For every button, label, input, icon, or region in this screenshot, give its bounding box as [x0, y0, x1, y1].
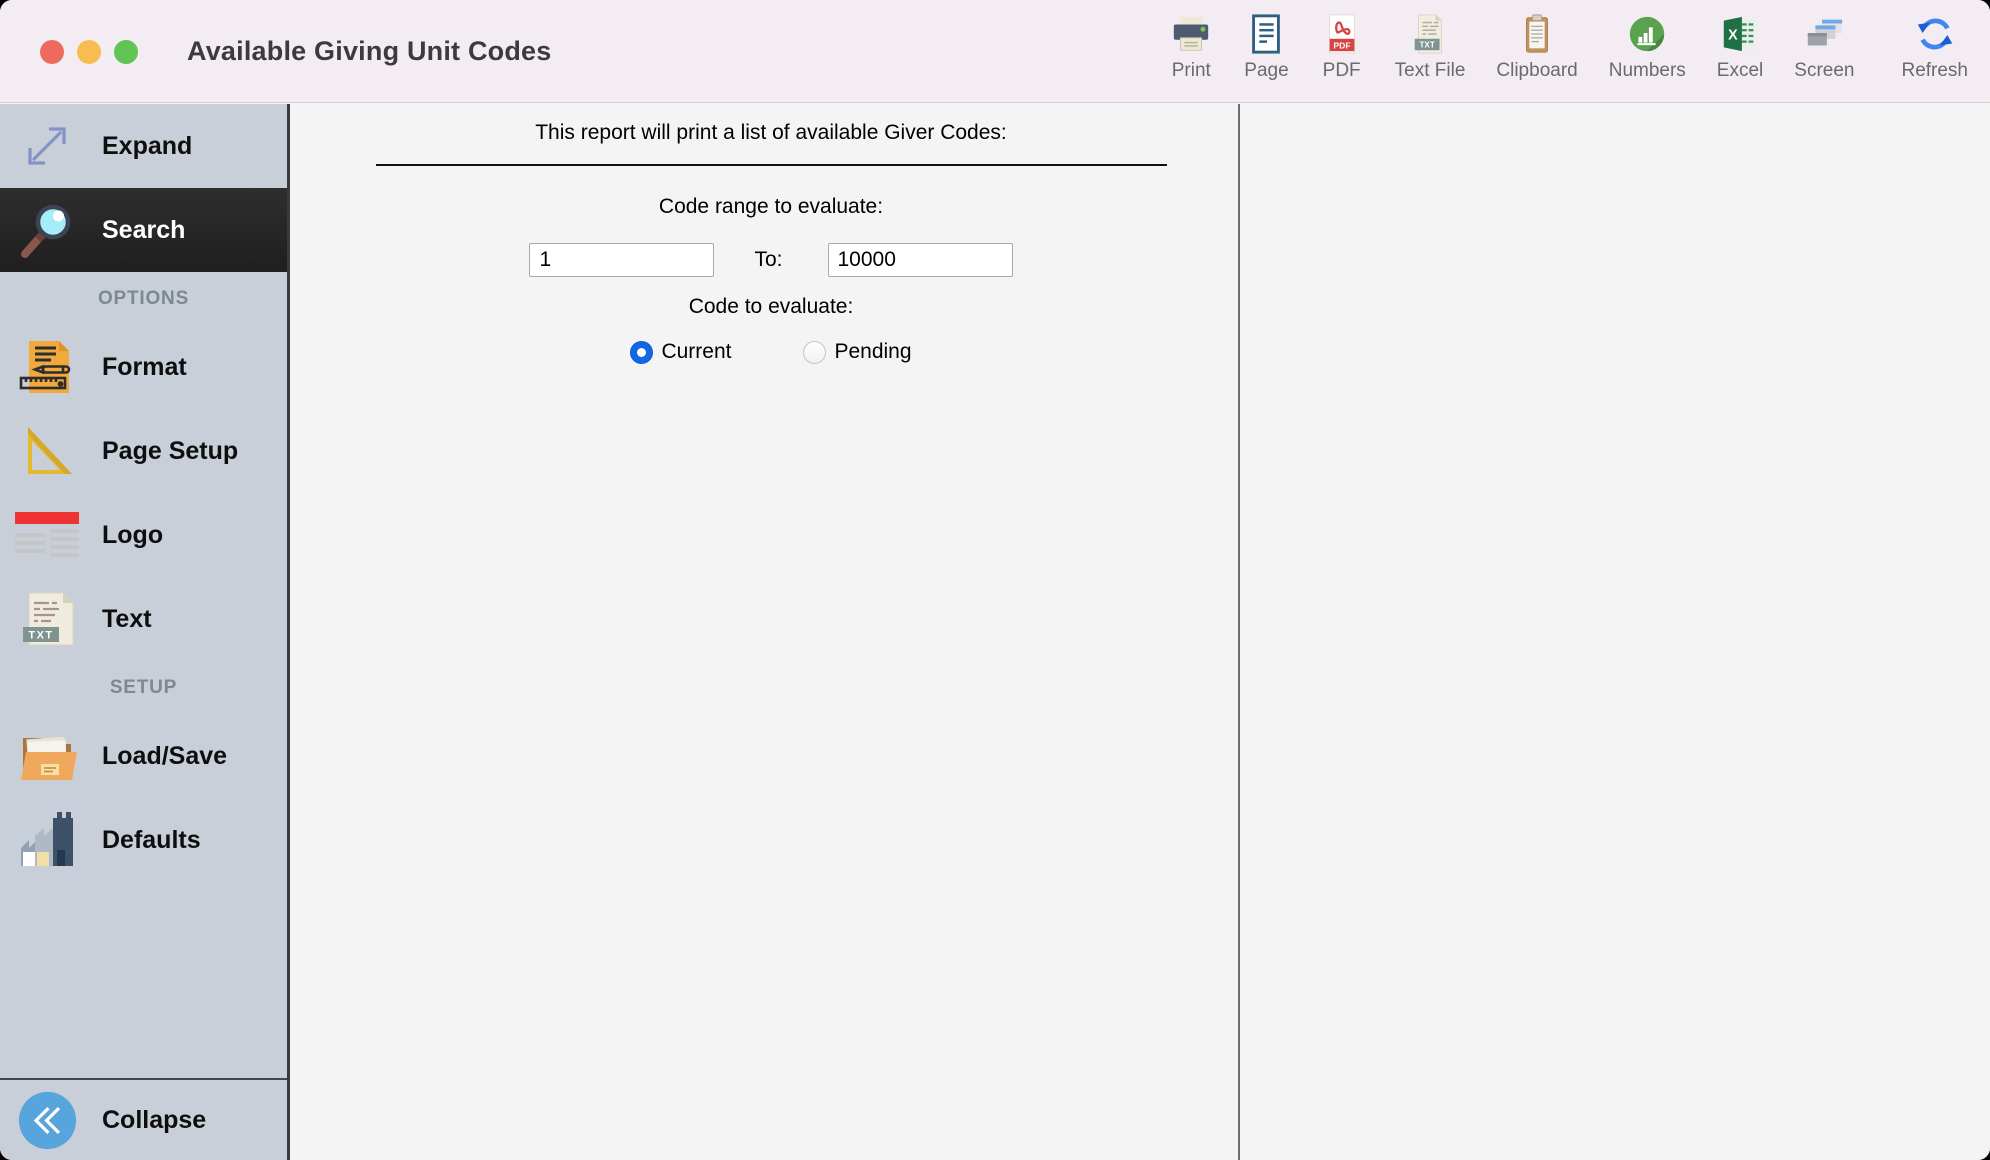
numbers-icon [1630, 16, 1665, 52]
report-options-panel: This report will print a list of availab… [290, 104, 1238, 1160]
format-icon [14, 334, 80, 400]
sidebar: Expand Search OPTIONS Format Page Setup … [0, 104, 290, 1160]
pdf-icon: PDF [1328, 14, 1355, 54]
sidebar-collapse-button[interactable]: Collapse [0, 1078, 287, 1160]
app-window: Available Giving Unit Codes Print Page P… [0, 0, 1990, 1160]
sidebar-item-label: Defaults [102, 825, 201, 854]
toolbar-refresh-button[interactable]: Refresh [1901, 13, 1968, 82]
refresh-icon [1917, 18, 1952, 50]
radio-pending-label: Pending [834, 340, 912, 363]
sidebar-item-page-setup[interactable]: Page Setup [0, 409, 287, 493]
screen-icon [1808, 19, 1843, 46]
code-range-label: Code range to evaluate: [658, 195, 884, 218]
sidebar-item-label: Load/Save [102, 741, 228, 770]
sidebar-item-load-save[interactable]: Load/Save [0, 714, 287, 798]
toolbar-text-file-button[interactable]: TXT Text File [1394, 13, 1466, 82]
search-icon [14, 197, 80, 263]
title-bar: Available Giving Unit Codes Print Page P… [0, 0, 1990, 103]
report-preview-panel [1240, 104, 1990, 1160]
sidebar-item-label: Page Setup [102, 436, 239, 465]
code-type-radio-group: Current Pending [304, 340, 1238, 364]
toolbar-pdf-label: PDF [1322, 60, 1361, 81]
sidebar-item-label: Expand [102, 131, 193, 160]
toolbar: Print Page PDF PDF TXT Text File Clipboa… [1169, 13, 1968, 99]
sidebar-item-text[interactable]: TXT Text [0, 577, 287, 661]
sidebar-item-label: Text [102, 604, 152, 633]
toolbar-refresh-label: Refresh [1901, 60, 1968, 81]
toolbar-screen-label: Screen [1794, 60, 1855, 81]
range-to-input[interactable] [827, 243, 1013, 277]
expand-icon [14, 113, 80, 179]
radio-pending-control[interactable] [803, 340, 827, 364]
sidebar-section-setup: SETUP [109, 676, 178, 698]
svg-text:TXT: TXT [28, 630, 53, 642]
toolbar-numbers-label: Numbers [1608, 60, 1686, 81]
section-divider [375, 164, 1167, 166]
toolbar-print-label: Print [1171, 60, 1211, 81]
logo-icon [14, 502, 80, 568]
toolbar-page-button[interactable]: Page [1244, 13, 1289, 82]
sidebar-item-label: Search [102, 215, 186, 244]
radio-option-pending[interactable]: Pending [803, 340, 912, 364]
toolbar-text-file-label: Text File [1394, 60, 1466, 81]
sidebar-item-logo[interactable]: Logo [0, 493, 287, 577]
toolbar-numbers-button[interactable]: Numbers [1609, 13, 1686, 82]
collapse-icon [18, 1091, 77, 1149]
collapse-label: Collapse [102, 1105, 207, 1134]
code-range-row: To: [304, 243, 1238, 277]
minimize-window-button[interactable] [77, 40, 101, 64]
range-from-input[interactable] [529, 243, 715, 277]
toolbar-pdf-button[interactable]: PDF PDF [1320, 13, 1364, 82]
to-label: To: [754, 248, 783, 271]
zoom-window-button[interactable] [114, 40, 138, 64]
folder-icon [14, 723, 80, 789]
svg-text:TXT: TXT [1419, 40, 1434, 49]
page-icon [1252, 14, 1281, 54]
report-description: This report will print a list of availab… [535, 121, 1007, 144]
toolbar-print-button[interactable]: Print [1169, 13, 1213, 82]
sidebar-item-search[interactable]: Search [0, 188, 287, 272]
factory-icon [14, 807, 80, 873]
svg-text:PDF: PDF [1333, 40, 1350, 50]
code-evaluate-label: Code to evaluate: [688, 295, 854, 318]
svg-text:X: X [1728, 27, 1738, 43]
clipboard-icon [1526, 14, 1549, 53]
sidebar-item-defaults[interactable]: Defaults [0, 798, 287, 882]
toolbar-excel-button[interactable]: X Excel [1717, 13, 1763, 82]
page-setup-icon [14, 418, 80, 484]
text-file-icon: TXT [1414, 14, 1442, 54]
radio-option-current[interactable]: Current [630, 340, 731, 364]
text-doc-icon: TXT [14, 586, 80, 652]
sidebar-section-options: OPTIONS [97, 287, 190, 309]
close-window-button[interactable] [40, 40, 64, 64]
toolbar-excel-label: Excel [1716, 60, 1764, 81]
excel-icon: X [1723, 16, 1756, 52]
radio-current-label: Current [661, 340, 732, 363]
toolbar-page-label: Page [1244, 60, 1289, 81]
window-title: Available Giving Unit Codes [187, 36, 552, 66]
toolbar-clipboard-button[interactable]: Clipboard [1496, 13, 1578, 82]
sidebar-item-label: Logo [102, 520, 164, 549]
sidebar-item-label: Format [102, 352, 187, 381]
sidebar-item-format[interactable]: Format [0, 325, 287, 409]
printer-icon [1174, 16, 1209, 51]
toolbar-screen-button[interactable]: Screen [1794, 13, 1854, 82]
window-controls [40, 40, 138, 64]
sidebar-item-expand[interactable]: Expand [0, 104, 287, 188]
radio-current-control[interactable] [630, 340, 654, 364]
toolbar-clipboard-label: Clipboard [1496, 60, 1578, 81]
